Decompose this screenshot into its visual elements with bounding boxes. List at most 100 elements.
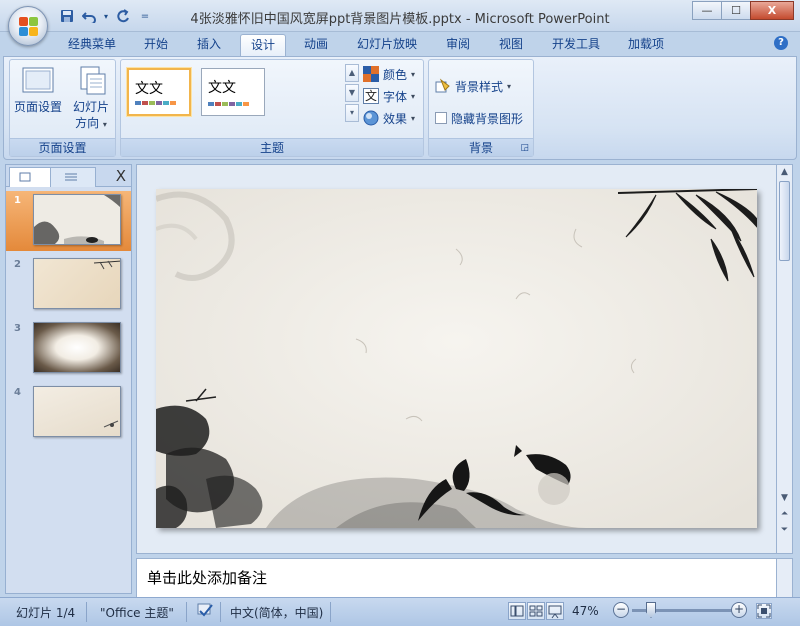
background-group: 背景样式 ▾ 隐藏背景图形 背景 ◲	[428, 59, 534, 157]
slide-thumbnail[interactable]	[33, 258, 121, 309]
tab-insert[interactable]: 插入	[187, 34, 231, 56]
minimize-button[interactable]: —	[692, 1, 722, 20]
vertical-scrollbar[interactable]: ▲ ▼ ⏶ ⏷	[776, 164, 793, 554]
slide-thumbnail-row[interactable]: 2	[6, 255, 131, 315]
slide-editor	[136, 164, 776, 554]
tab-animation[interactable]: 动画	[294, 34, 338, 56]
maximize-button[interactable]: ☐	[721, 1, 751, 20]
page-setup-button[interactable]: 页面设置	[14, 66, 62, 115]
colors-label: 颜色	[383, 67, 408, 82]
scrollbar-thumb[interactable]	[779, 181, 790, 261]
slide-thumbnail-row[interactable]: 1	[6, 191, 131, 251]
orientation-label-1: 幻灯片	[72, 100, 109, 114]
chevron-down-icon: ▾	[411, 69, 416, 79]
help-icon[interactable]: ?	[774, 36, 788, 50]
effects-label: 效果	[383, 111, 408, 126]
slide-number: 2	[14, 259, 21, 270]
tab-view[interactable]: 视图	[489, 34, 533, 56]
notes-placeholder[interactable]: 单击此处添加备注	[147, 567, 267, 588]
slide-orientation-icon	[75, 66, 107, 96]
next-slide-button[interactable]: ⏷	[777, 523, 792, 537]
hide-background-checkbox[interactable]: 隐藏背景图形	[435, 108, 523, 128]
slide-thumbnail[interactable]	[33, 194, 121, 245]
hide-background-label: 隐藏背景图形	[451, 111, 524, 126]
slide-number: 1	[14, 195, 21, 206]
chevron-down-icon: ▾	[411, 113, 416, 123]
effects-icon	[363, 110, 379, 126]
spell-check-icon[interactable]	[196, 601, 214, 622]
page-setup-group-label: 页面设置	[10, 138, 115, 156]
tab-slideshow[interactable]: 幻灯片放映	[347, 34, 427, 56]
ribbon-tabs: 经典菜单 开始 插入 设计 动画 幻灯片放映 审阅 视图 开发工具 加载项	[0, 32, 800, 56]
tab-design[interactable]: 设计	[240, 34, 287, 56]
colors-icon	[363, 66, 379, 82]
title-bar: ▾ = 4张淡雅怀旧中国风宽屏ppt背景图片模板.pptx - Microsof…	[0, 0, 800, 32]
background-styles-label: 背景样式	[455, 79, 504, 94]
slide-thumbnail-row[interactable]: 4	[6, 383, 131, 443]
dialog-launcher-icon[interactable]: ◲	[520, 139, 529, 157]
slideshow-view-button[interactable]	[546, 602, 564, 620]
slide-thumbnail-row[interactable]: 3	[6, 319, 131, 379]
tab-classic-menu[interactable]: 经典菜单	[58, 34, 126, 56]
gallery-scroll-down[interactable]: ▼	[345, 84, 359, 102]
gallery-scroll-up[interactable]: ▲	[345, 64, 359, 82]
background-styles-button[interactable]: 背景样式 ▾	[435, 76, 511, 96]
tab-home[interactable]: 开始	[134, 34, 178, 56]
slide-number: 3	[14, 323, 21, 334]
tab-outline[interactable]	[50, 167, 96, 187]
window-title: 4张淡雅怀旧中国风宽屏ppt背景图片模板.pptx - Microsoft Po…	[190, 12, 610, 27]
zoom-in-button[interactable]: +	[731, 602, 747, 618]
theme-office-2[interactable]: 文文	[201, 68, 265, 116]
fonts-icon: 文	[363, 88, 379, 104]
notes-scrollbar[interactable]	[776, 558, 793, 598]
language-indicator[interactable]: 中文(简体，中国)	[230, 604, 323, 621]
slide-number: 4	[14, 387, 21, 398]
theme-office-swatches	[135, 101, 176, 105]
tab-slides[interactable]	[9, 167, 51, 187]
theme-fonts-button[interactable]: 文 字体 ▾	[363, 86, 415, 106]
fit-to-window-button[interactable]	[756, 603, 772, 619]
background-styles-icon	[435, 78, 451, 94]
office-button[interactable]	[8, 6, 48, 46]
theme-group-label: 主题	[121, 138, 423, 156]
zoom-slider-knob[interactable]	[646, 602, 656, 618]
tab-review[interactable]: 审阅	[436, 34, 480, 56]
scroll-down-button[interactable]: ▼	[777, 491, 792, 505]
slide-thumbnail[interactable]	[33, 322, 121, 373]
page-setup-group: 页面设置 幻灯片 方向 ▾ 页面设置	[9, 59, 116, 157]
chevron-down-icon: ▾	[507, 81, 512, 91]
chevron-down-icon: ▾	[411, 91, 416, 101]
theme-group: 文文 文文 ▲ ▼ ▾ 颜色 ▾ 文 字体 ▾ 效果 ▾ 主题	[120, 59, 424, 157]
previous-slide-button[interactable]: ⏶	[777, 507, 792, 521]
scroll-up-button[interactable]: ▲	[777, 165, 792, 179]
theme-colors-button[interactable]: 颜色 ▾	[363, 64, 415, 84]
status-bar: 幻灯片 1/4 "Office 主题" 中文(简体，中国) 47% − +	[0, 597, 800, 626]
theme-name: "Office 主题"	[100, 606, 174, 620]
zoom-level[interactable]: 47%	[572, 604, 599, 618]
close-icon[interactable]: X	[116, 167, 126, 185]
checkbox[interactable]	[435, 112, 447, 124]
theme-office-text: 文文	[135, 81, 163, 97]
page-setup-icon	[22, 66, 54, 96]
theme-office[interactable]: 文文	[127, 68, 191, 116]
gallery-more-button[interactable]: ▾	[345, 104, 359, 122]
tab-developer[interactable]: 开发工具	[542, 34, 610, 56]
slide-sorter-view-button[interactable]	[527, 602, 545, 620]
close-button[interactable]: X	[750, 1, 794, 20]
chevron-down-icon: ▾	[102, 120, 107, 129]
slide-counter: 幻灯片 1/4	[16, 606, 76, 620]
fonts-label: 字体	[383, 89, 408, 104]
slide-orientation-button[interactable]: 幻灯片 方向 ▾	[68, 66, 114, 133]
office-logo-icon	[19, 17, 39, 37]
pane-tabs: X	[6, 165, 131, 187]
theme-office-2-swatches	[208, 102, 249, 106]
slide-canvas[interactable]	[156, 189, 757, 528]
zoom-out-button[interactable]: −	[613, 602, 629, 618]
ribbon: 页面设置 幻灯片 方向 ▾ 页面设置 文文 文文 ▲ ▼ ▾ 颜色 ▾ 文 字体…	[3, 56, 797, 160]
theme-effects-button[interactable]: 效果 ▾	[363, 108, 415, 128]
theme-office-2-text: 文文	[208, 80, 236, 96]
notes-pane[interactable]: 单击此处添加备注	[136, 558, 777, 598]
slide-thumbnail[interactable]	[33, 386, 121, 437]
tab-addins[interactable]: 加载项	[618, 34, 674, 56]
normal-view-button[interactable]	[508, 602, 526, 620]
